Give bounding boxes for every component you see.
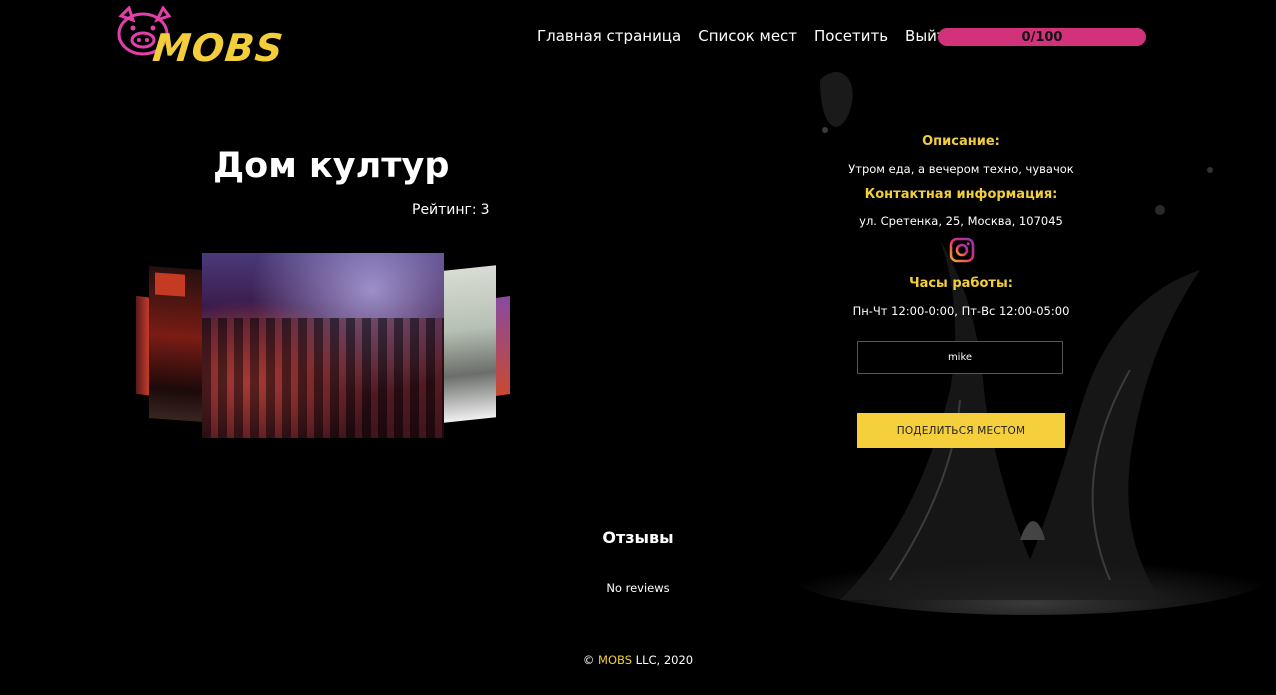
- description-text: Утром еда, а вечером техно, чувачок: [848, 162, 1074, 176]
- contact-address: ул. Сретенка, 25, Москва, 107045: [859, 214, 1063, 228]
- carousel-photo[interactable]: [149, 266, 203, 422]
- hours-text: Пн-Чт 12:00-0:00, Пт-Вс 12:00-05:00: [852, 304, 1070, 318]
- carousel-photo[interactable]: [496, 296, 510, 396]
- reviews-empty-text: No reviews: [606, 581, 670, 595]
- footer-text: LLC, 2020: [635, 653, 694, 667]
- nav-visit-link[interactable]: Посетить: [814, 27, 888, 45]
- place-title: Дом култур: [213, 146, 450, 186]
- mobs-logo[interactable]: MOBS: [113, 6, 286, 70]
- visits-progress-bar: 0/100: [938, 28, 1146, 46]
- water-splash-background: [790, 71, 1270, 615]
- share-username-input[interactable]: [857, 341, 1063, 374]
- hours-heading: Часы работы:: [909, 276, 1013, 291]
- instagram-icon[interactable]: [949, 237, 975, 263]
- footer: © MOBS LLC, 2020: [0, 653, 1276, 667]
- share-place-button[interactable]: ПОДЕЛИТЬСЯ МЕСТОМ: [857, 413, 1065, 448]
- logo-text: MOBS: [150, 26, 286, 70]
- rating-label: Рейтинг:: [412, 202, 477, 218]
- carousel-photo-active[interactable]: [202, 253, 444, 438]
- nav-home-link[interactable]: Главная страница: [537, 27, 681, 45]
- main-nav: Главная страница Список мест Посетить Вы…: [537, 27, 972, 45]
- place-rating: Рейтинг: 3: [412, 202, 490, 218]
- carousel-photo[interactable]: [444, 265, 496, 423]
- footer-brand: MOBS: [598, 653, 633, 667]
- nav-places-list-link[interactable]: Список мест: [698, 27, 797, 45]
- rating-value: 3: [480, 202, 490, 218]
- reviews-heading: Отзывы: [602, 528, 674, 547]
- progress-label: 0/100: [1021, 29, 1063, 45]
- copyright-symbol: ©: [582, 653, 595, 667]
- photo-carousel[interactable]: [130, 250, 520, 445]
- contact-heading: Контактная информация:: [864, 187, 1058, 202]
- description-heading: Описание:: [922, 134, 1000, 149]
